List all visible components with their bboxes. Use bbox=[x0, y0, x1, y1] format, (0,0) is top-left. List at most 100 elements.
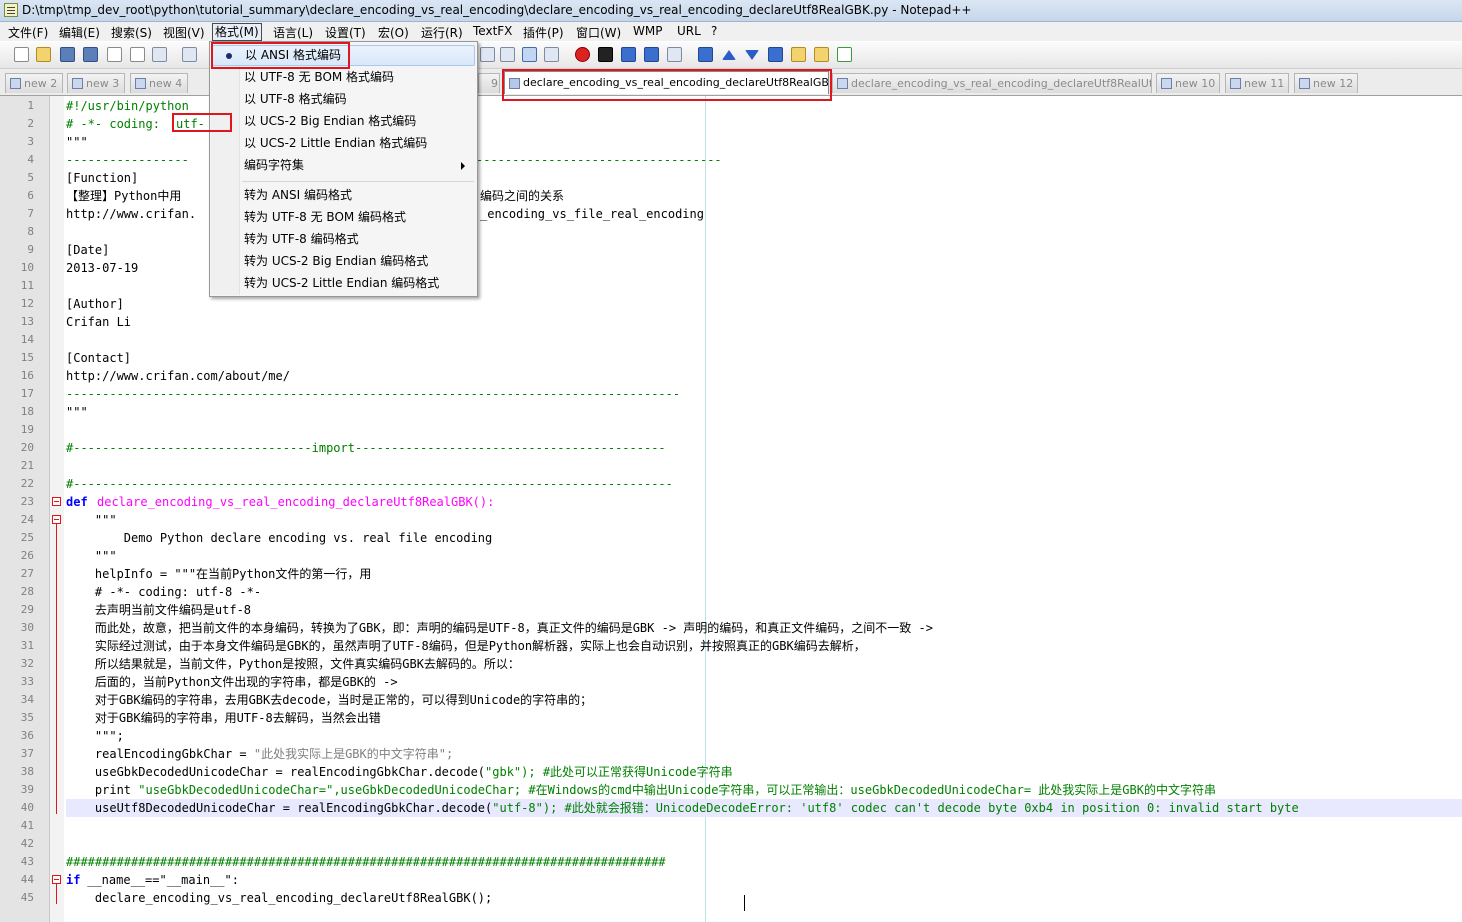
fold-toggle-icon[interactable] bbox=[52, 515, 61, 524]
code-line-segment[interactable]: 编码之间的关系 bbox=[480, 187, 564, 205]
play-multiple-macro-icon[interactable] bbox=[644, 47, 659, 62]
code-line[interactable]: declare_encoding_vs_real_encoding_declar… bbox=[66, 889, 492, 907]
show-all-chars-icon[interactable] bbox=[500, 47, 515, 62]
menu-item-convert-utf8-no-bom[interactable]: 转为 UTF-8 无 BOM 编码格式 bbox=[212, 207, 475, 228]
close-all-icon[interactable] bbox=[130, 47, 145, 62]
menu-window[interactable]: 窗口(W) bbox=[574, 24, 623, 41]
move-up-icon[interactable] bbox=[722, 50, 736, 60]
close-file-icon[interactable] bbox=[107, 47, 122, 62]
code-line[interactable]: [Function] bbox=[66, 169, 138, 187]
code-line[interactable]: """ bbox=[66, 511, 117, 529]
notepadpp-app-icon[interactable] bbox=[4, 3, 18, 17]
menu-edit[interactable]: 编辑(E) bbox=[57, 24, 102, 41]
code-line-segment[interactable]: "utf-8"); #此处就会报错：UnicodeDecodeError: 'u… bbox=[492, 799, 1298, 817]
print-icon[interactable] bbox=[152, 47, 167, 62]
cut-icon[interactable] bbox=[182, 47, 197, 62]
save-all-icon[interactable] bbox=[83, 47, 98, 62]
menu-plugins[interactable]: 插件(P) bbox=[521, 24, 566, 41]
code-line[interactable]: Crifan Li bbox=[66, 313, 131, 331]
code-line[interactable]: useGbkDecodedUnicodeChar = realEncodingG… bbox=[66, 763, 485, 781]
tab-new-10[interactable]: new 10 bbox=[1156, 73, 1220, 93]
code-line[interactable]: realEncodingGbkChar = bbox=[66, 745, 254, 763]
menu-textfx[interactable]: TextFX bbox=[471, 24, 514, 38]
indent-guide-icon[interactable] bbox=[522, 47, 537, 62]
code-line[interactable]: [Author] bbox=[66, 295, 124, 313]
code-line-segment[interactable]: "此处我实际上是GBK的中文字符串"; bbox=[254, 745, 453, 763]
menu-item-encode-ansi[interactable]: 以 ANSI 格式编码 bbox=[212, 45, 475, 66]
code-line[interactable]: 去声明当前文件编码是utf-8 bbox=[66, 601, 251, 619]
code-line[interactable]: ----------------- bbox=[66, 151, 189, 169]
tab-new-4[interactable]: new 4 bbox=[130, 73, 188, 93]
menu-url[interactable]: URL bbox=[675, 24, 703, 38]
code-line[interactable]: 对于GBK编码的字符串，去用GBK去decode，当时是正常的，可以得到Unic… bbox=[66, 691, 592, 709]
code-line[interactable]: print bbox=[66, 781, 138, 799]
word-wrap-icon[interactable] bbox=[480, 47, 495, 62]
open-file-icon[interactable] bbox=[36, 47, 51, 62]
menu-item-encode-utf8[interactable]: 以 UTF-8 格式编码 bbox=[212, 89, 475, 110]
code-line[interactable]: 2013-07-19 bbox=[66, 259, 138, 277]
code-line[interactable]: """ bbox=[66, 403, 88, 421]
zoom-icon[interactable] bbox=[544, 47, 559, 62]
code-line-segment[interactable]: "useGbkDecodedUnicodeChar=",useGbkDecode… bbox=[138, 781, 1216, 799]
menu-item-convert-ansi[interactable]: 转为 ANSI 编码格式 bbox=[212, 185, 475, 206]
code-line[interactable] bbox=[66, 817, 95, 835]
code-line[interactable]: """; bbox=[66, 727, 124, 745]
menu-item-encode-ucs2-be[interactable]: 以 UCS-2 Big Endian 格式编码 bbox=[212, 111, 475, 132]
stop-macro-icon[interactable] bbox=[598, 47, 613, 62]
menu-help[interactable]: ? bbox=[709, 24, 719, 38]
code-line[interactable]: http://www.crifan.com/about/me/ bbox=[66, 367, 290, 385]
code-line[interactable]: #---------------------------------import… bbox=[66, 439, 666, 457]
menu-wmp[interactable]: WMP bbox=[631, 24, 664, 38]
code-line[interactable]: """ bbox=[66, 547, 117, 565]
tab-declare-utf8-real-utf8[interactable]: declare_encoding_vs_real_encoding_declar… bbox=[832, 73, 1152, 93]
code-line[interactable]: """ bbox=[66, 133, 88, 151]
code-line[interactable]: 后面的，当前Python文件出现的字符串，都是GBK的 -> bbox=[66, 673, 398, 691]
tab-new-3[interactable]: new 3 bbox=[67, 73, 125, 93]
menu-macro[interactable]: 宏(O) bbox=[376, 24, 411, 41]
folder-icon[interactable] bbox=[791, 47, 806, 62]
fold-toggle-icon[interactable] bbox=[52, 497, 61, 506]
play-macro-icon[interactable] bbox=[621, 47, 636, 62]
menu-language[interactable]: 语言(L) bbox=[271, 24, 315, 41]
new-file-icon[interactable] bbox=[14, 47, 29, 62]
menu-item-encode-utf8-no-bom[interactable]: 以 UTF-8 无 BOM 格式编码 bbox=[212, 67, 475, 88]
code-line[interactable]: if bbox=[66, 871, 80, 889]
code-line[interactable]: helpInfo = """在当前Python文件的第一行，用 bbox=[66, 565, 372, 583]
code-line[interactable]: [Contact] bbox=[66, 349, 131, 367]
code-line[interactable]: 【整理】Python中用 bbox=[66, 187, 181, 205]
code-line[interactable]: http://www.crifan. bbox=[66, 205, 196, 223]
tab-9[interactable]: 9 bbox=[478, 73, 500, 93]
menu-search[interactable]: 搜索(S) bbox=[109, 24, 154, 41]
code-line[interactable]: #---------------------------------------… bbox=[66, 475, 673, 493]
menu-run[interactable]: 运行(R) bbox=[419, 24, 465, 41]
code-line[interactable]: [Date] bbox=[66, 241, 109, 259]
code-line[interactable]: #!/usr/bin/python bbox=[66, 97, 189, 115]
menu-file[interactable]: 文件(F) bbox=[6, 24, 50, 41]
menu-item-convert-utf8[interactable]: 转为 UTF-8 编码格式 bbox=[212, 229, 475, 250]
code-line[interactable]: 而此处，故意，把当前文件的本身编码，转换为了GBK，即：声明的编码是UTF-8，… bbox=[66, 619, 933, 637]
code-line[interactable]: ----------------------------------------… bbox=[66, 385, 680, 403]
code-line-segment[interactable]: ---------------------------------- bbox=[476, 151, 722, 169]
code-line-segment[interactable]: "gbk"); #此处可以正常获得Unicode字符串 bbox=[485, 763, 733, 781]
folder-open-icon[interactable] bbox=[814, 47, 829, 62]
save-macro-icon[interactable] bbox=[667, 47, 682, 62]
code-line[interactable]: # -*- coding: bbox=[66, 115, 167, 133]
spell-check-icon[interactable] bbox=[837, 47, 852, 62]
tab-new-2[interactable]: new 2 bbox=[5, 73, 63, 93]
menu-item-convert-ucs2-le[interactable]: 转为 UCS-2 Little Endian 编码格式 bbox=[212, 273, 475, 294]
code-line-segment[interactable]: _encoding_vs_file_real_encoding bbox=[480, 205, 704, 223]
menu-item-encode-ucs2-le[interactable]: 以 UCS-2 Little Endian 格式编码 bbox=[212, 133, 475, 154]
fold-toggle-icon[interactable] bbox=[52, 875, 61, 884]
menu-settings[interactable]: 设置(T) bbox=[323, 24, 368, 41]
record-macro-icon[interactable] bbox=[575, 47, 590, 62]
menu-view[interactable]: 视图(V) bbox=[161, 24, 207, 41]
bookmark-icon[interactable] bbox=[768, 47, 783, 62]
move-down-icon[interactable] bbox=[745, 50, 759, 60]
tab-new-12[interactable]: new 12 bbox=[1294, 73, 1358, 93]
tab-declare-utf8-real-gbk[interactable]: declare_encoding_vs_real_encoding_declar… bbox=[504, 71, 829, 94]
code-line[interactable]: def bbox=[66, 493, 88, 511]
textfx-icon[interactable] bbox=[698, 47, 713, 62]
tab-new-11[interactable]: new 11 bbox=[1225, 73, 1289, 93]
code-line-segment[interactable]: declare_encoding_vs_real_encoding_declar… bbox=[97, 493, 494, 511]
code-line-segment[interactable]: __name__=="__main__": bbox=[80, 871, 239, 889]
